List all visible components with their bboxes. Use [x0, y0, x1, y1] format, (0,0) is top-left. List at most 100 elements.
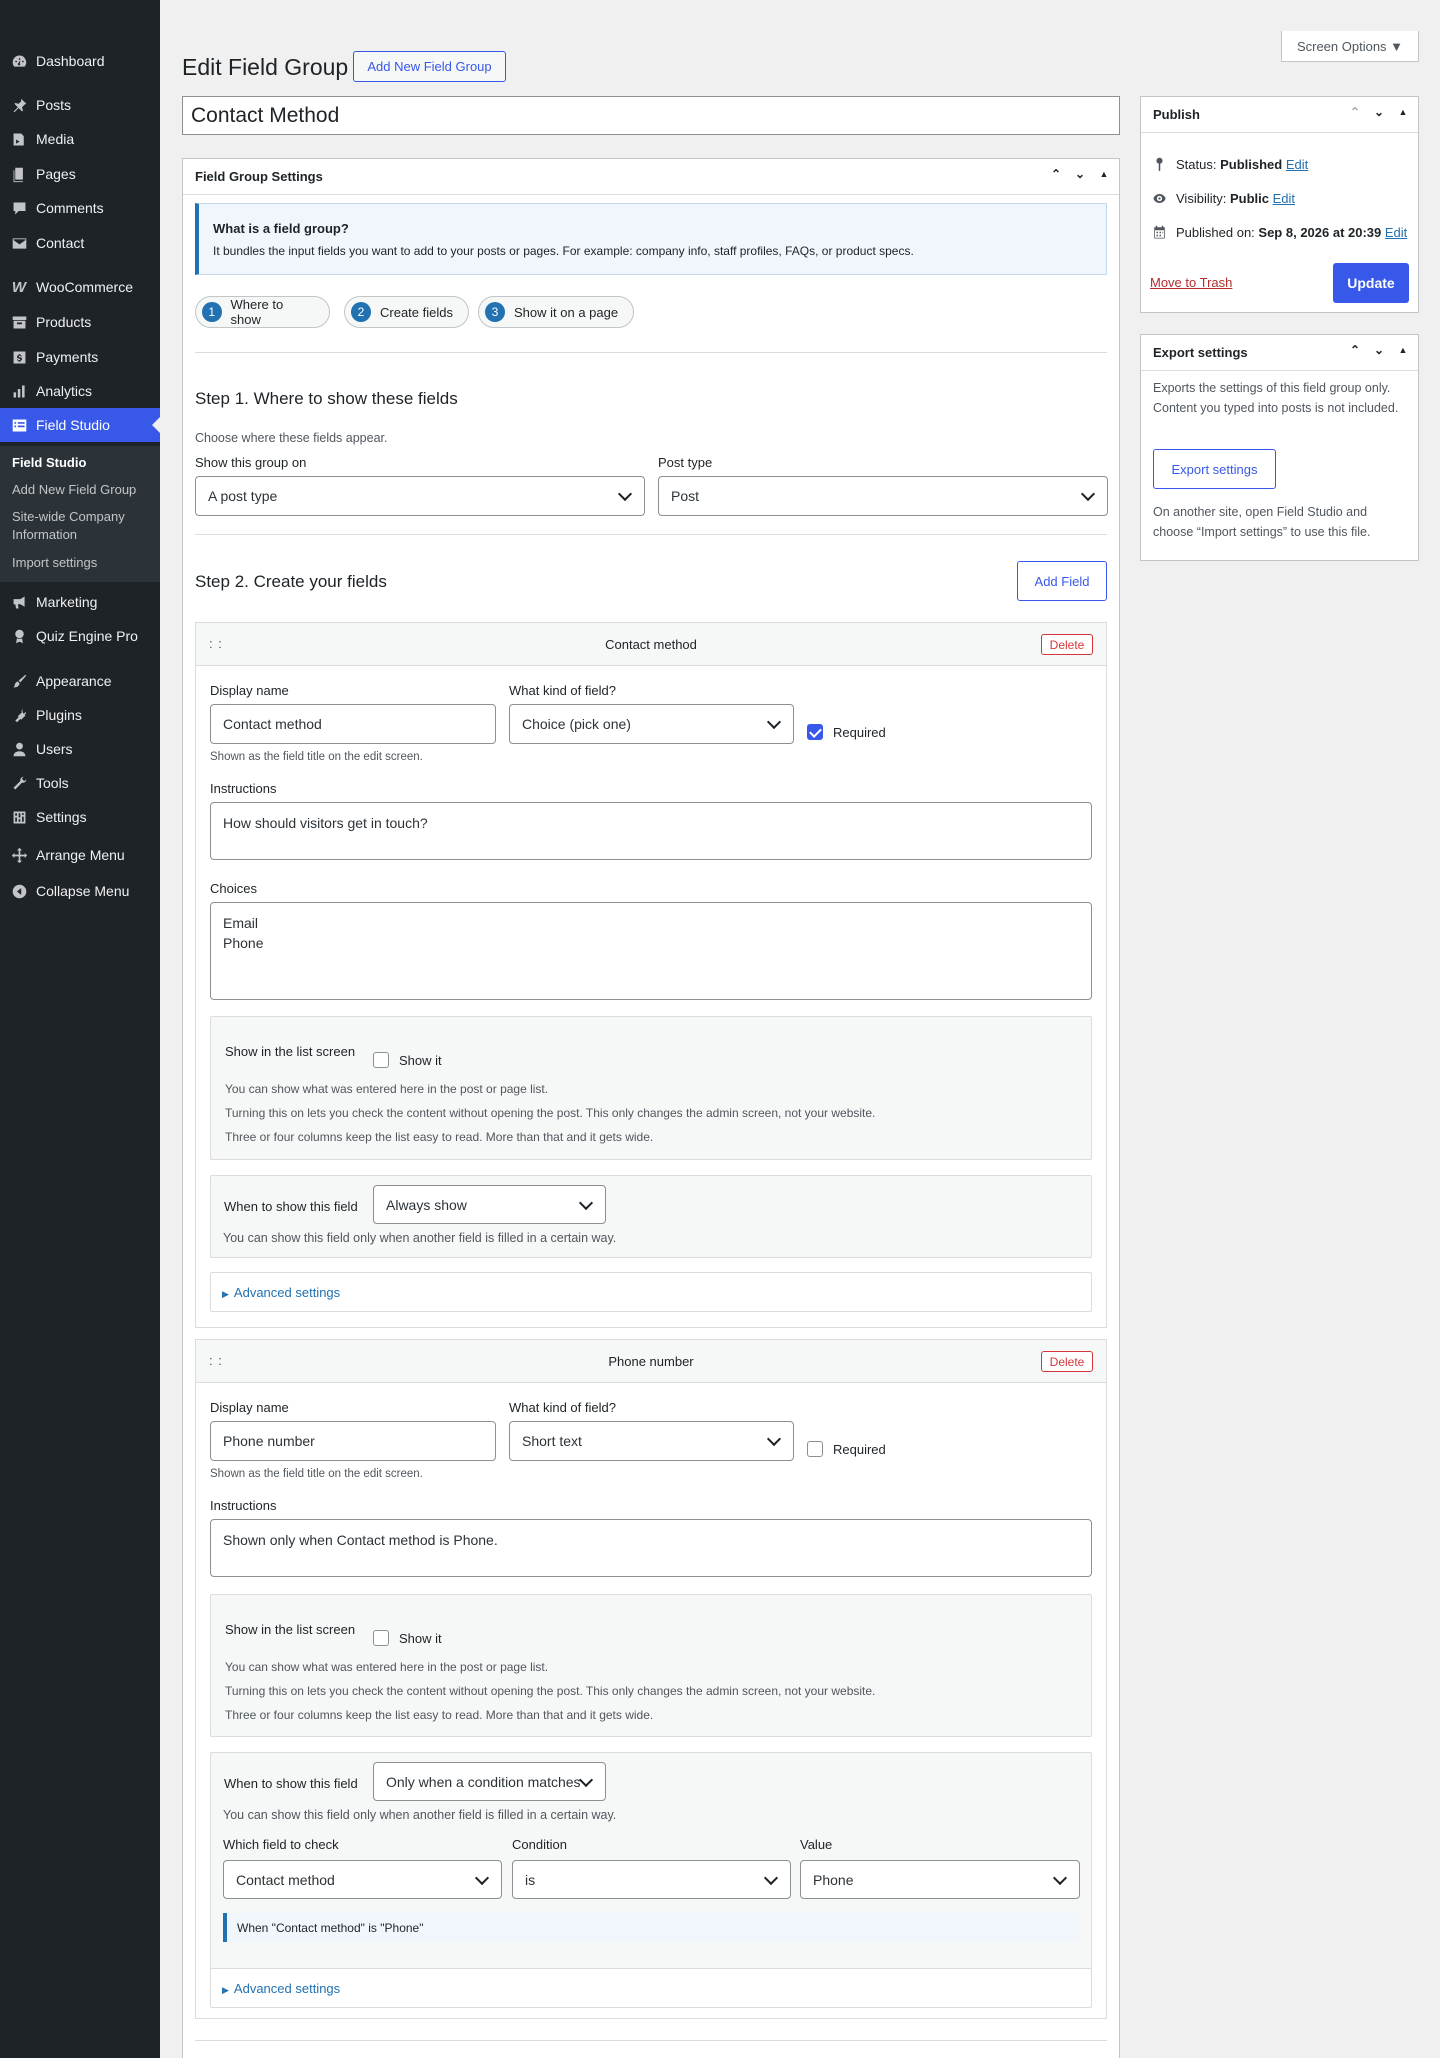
submenu-field-studio[interactable]: Field Studio — [12, 454, 152, 472]
box-controls: ⌃ ⌄ ▲ — [1047, 167, 1113, 181]
menu-plugins[interactable]: Plugins — [0, 698, 160, 732]
pin-icon — [1150, 157, 1168, 172]
show-on-select[interactable]: A post type — [195, 476, 645, 516]
menu-quiz-engine-pro[interactable]: Quiz Engine Pro — [0, 619, 160, 653]
toggle-panel-icon[interactable]: ▲ — [1394, 345, 1412, 355]
when-to-show-select[interactable]: Always show — [373, 1185, 606, 1224]
group-title-input[interactable]: Contact Method — [182, 96, 1120, 135]
field-card-title: Phone number — [608, 1354, 694, 1369]
advanced-settings-panel[interactable] — [210, 1968, 1092, 2008]
move-down-icon[interactable]: ⌄ — [1370, 105, 1388, 119]
show-it-checkbox[interactable] — [373, 1630, 389, 1646]
divider — [195, 2040, 1107, 2041]
delete-field-button[interactable]: Delete — [1041, 634, 1093, 655]
menu-products[interactable]: Products — [0, 305, 160, 339]
choices-textarea[interactable]: Email Phone — [210, 902, 1092, 1000]
step-pill-create-fields[interactable]: 2 Create fields — [344, 296, 469, 328]
info-text: It bundles the input fields you want to … — [213, 244, 914, 258]
submenu-site-wide-company-information[interactable]: Site-wide Company Information — [12, 508, 152, 544]
field-kind-select[interactable]: Choice (pick one) — [509, 704, 794, 744]
menu-pages[interactable]: Pages — [0, 157, 160, 191]
toggle-panel-icon[interactable]: ▲ — [1095, 169, 1113, 179]
status-edit-link[interactable]: Edit — [1286, 157, 1308, 172]
publish-box-header: Publish ⌃ ⌄ ▲ — [1141, 97, 1418, 133]
step1-description: Choose where these fields appear. — [195, 431, 388, 445]
which-field-select[interactable]: Contact method — [223, 1860, 502, 1899]
instructions-textarea[interactable]: How should visitors get in touch? — [210, 802, 1092, 860]
publish-date-row: Published on: Sep 8, 2026 at 20:39 Edit — [1150, 225, 1407, 240]
when-to-show-desc: You can show this field only when anothe… — [223, 1231, 617, 1245]
list-screen-desc-3: Three or four columns keep the list easy… — [225, 1130, 654, 1144]
move-down-icon[interactable]: ⌄ — [1071, 167, 1089, 181]
menu-appearance[interactable]: Appearance — [0, 664, 160, 698]
export-settings-button[interactable]: Export settings — [1153, 449, 1276, 489]
step-pill-show-it-on-a-page[interactable]: 3 Show it on a page — [478, 296, 634, 328]
menu-payments[interactable]: Payments — [0, 340, 160, 374]
delete-field-button[interactable]: Delete — [1041, 1351, 1093, 1372]
post-type-select[interactable]: Post — [658, 476, 1108, 516]
menu-posts[interactable]: Posts — [0, 88, 160, 122]
instructions-label: Instructions — [210, 781, 277, 796]
move-up-icon[interactable]: ⌃ — [1047, 167, 1065, 181]
display-name-input[interactable]: Phone number — [210, 1421, 496, 1461]
plug-icon — [10, 706, 28, 724]
submenu-add-new-field-group[interactable]: Add New Field Group — [12, 481, 152, 499]
step1-heading: Step 1. Where to show these fields — [195, 389, 458, 408]
list-screen-panel: Show in the list screen Show it You can … — [210, 1594, 1092, 1737]
value-select[interactable]: Phone — [800, 1860, 1080, 1899]
envelope-icon — [10, 234, 28, 252]
required-checkbox[interactable] — [807, 1441, 823, 1457]
submenu-import-settings[interactable]: Import settings — [12, 554, 152, 572]
field-studio-icon — [10, 416, 28, 434]
advanced-settings-toggle[interactable]: ▶ Advanced settings — [222, 1285, 340, 1300]
menu-arrange-menu[interactable]: Arrange Menu — [0, 838, 160, 872]
show-it-checkbox[interactable] — [373, 1052, 389, 1068]
add-field-button[interactable]: Add Field — [1017, 561, 1107, 601]
move-icon — [10, 846, 28, 864]
menu-field-studio[interactable]: Field Studio — [0, 408, 160, 442]
screen-options-button[interactable]: Screen Options ▼ — [1281, 31, 1419, 62]
visibility-edit-link[interactable]: Edit — [1273, 191, 1295, 206]
list-screen-label: Show in the list screen — [225, 1622, 356, 1637]
menu-contact[interactable]: Contact — [0, 226, 160, 260]
field-kind-select[interactable]: Short text — [509, 1421, 794, 1461]
menu-settings[interactable]: Settings — [0, 800, 160, 834]
page-title: Edit Field Group — [182, 54, 349, 80]
move-to-trash-link[interactable]: Move to Trash — [1150, 275, 1232, 290]
advanced-settings-toggle[interactable]: ▶ Advanced settings — [222, 1981, 340, 1996]
add-new-field-group-button[interactable]: Add New Field Group — [353, 51, 506, 82]
instructions-textarea[interactable]: Shown only when Contact method is Phone. — [210, 1519, 1092, 1577]
display-name-hint: Shown as the field title on the edit scr… — [210, 1468, 423, 1480]
menu-marketing[interactable]: Marketing — [0, 585, 160, 619]
when-to-show-select[interactable]: Only when a condition matches — [373, 1762, 606, 1801]
menu-users[interactable]: Users — [0, 732, 160, 766]
menu-woocommerce[interactable]: W WooCommerce — [0, 270, 160, 304]
wrench-icon — [10, 774, 28, 792]
collapse-icon — [10, 882, 28, 900]
menu-comments[interactable]: Comments — [0, 191, 160, 225]
advanced-settings-panel[interactable] — [210, 1272, 1092, 1312]
move-down-icon[interactable]: ⌄ — [1370, 343, 1388, 357]
field-studio-submenu: Field Studio Add New Field Group Site-wi… — [0, 446, 160, 582]
menu-tools[interactable]: Tools — [0, 766, 160, 800]
update-button[interactable]: Update — [1333, 263, 1409, 303]
menu-media[interactable]: Media — [0, 122, 160, 156]
step-pill-where-to-show[interactable]: 1 Where to show — [195, 296, 330, 328]
menu-analytics[interactable]: Analytics — [0, 374, 160, 408]
menu-dashboard[interactable]: Dashboard — [0, 44, 160, 78]
condition-select[interactable]: is — [512, 1860, 791, 1899]
move-up-icon[interactable]: ⌃ — [1346, 343, 1364, 357]
toggle-panel-icon[interactable]: ▲ — [1394, 107, 1412, 117]
show-it-label: Show it — [399, 1631, 442, 1646]
date-edit-link[interactable]: Edit — [1385, 225, 1407, 240]
step2-heading: Step 2. Create your fields — [195, 572, 387, 591]
menu-collapse[interactable]: Collapse Menu — [0, 874, 160, 908]
move-up-icon[interactable]: ⌃ — [1346, 105, 1364, 119]
list-screen-label: Show in the list screen — [225, 1044, 356, 1059]
display-name-input[interactable]: Contact method — [210, 704, 496, 744]
field-card-header: : : Contact method — [196, 623, 1106, 666]
calendar-icon — [1150, 225, 1168, 240]
required-checkbox[interactable] — [807, 724, 823, 740]
export-box-header: Export settings ⌃ ⌄ ▲ — [1141, 335, 1418, 371]
triangle-right-icon: ▶ — [222, 1985, 229, 1995]
